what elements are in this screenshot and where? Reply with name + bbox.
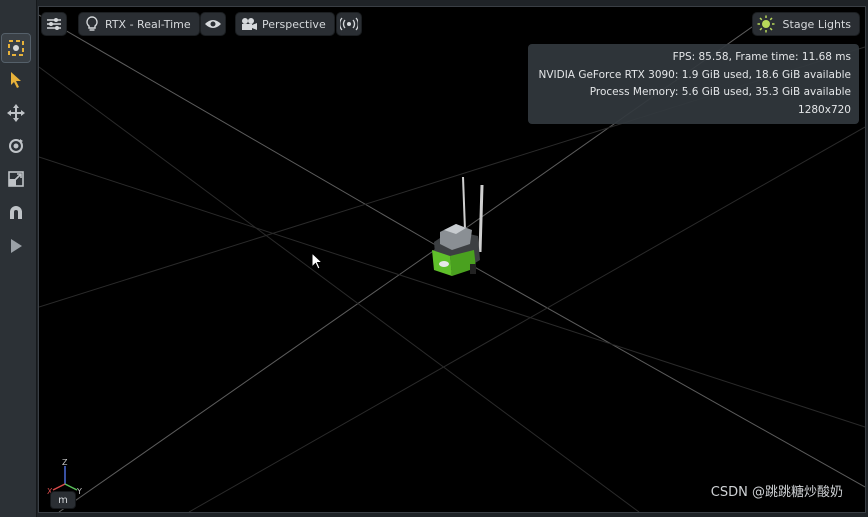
- left-toolbar: [0, 0, 37, 517]
- performance-stats-panel: FPS: 85.58, Frame time: 11.68 ms NVIDIA …: [528, 44, 859, 124]
- select-mode-button[interactable]: [1, 33, 31, 63]
- render-mode-menu[interactable]: RTX - Real-Time: [79, 13, 199, 35]
- units-button[interactable]: m: [51, 492, 75, 508]
- move-tool-button[interactable]: [2, 99, 30, 127]
- settings-sliders-icon: [47, 18, 61, 30]
- render-mode-label: RTX - Real-Time: [105, 17, 191, 31]
- viewport-settings-button[interactable]: [42, 13, 66, 35]
- broadcast-icon: [340, 17, 358, 31]
- sun-icon: [757, 15, 775, 33]
- scale-icon: [8, 171, 24, 187]
- viewport[interactable]: RTX - Real-Time Perspective Stage Lights: [38, 6, 866, 513]
- rotate-tool-button[interactable]: [2, 132, 30, 160]
- stage-lights-menu[interactable]: Stage Lights: [752, 13, 859, 35]
- axis-z-label: Z: [62, 458, 68, 467]
- watermark-text: CSDN @跳跳糖炒酸奶: [710, 485, 843, 500]
- pointer-tool-button[interactable]: [2, 66, 30, 94]
- camera-menu[interactable]: Perspective: [236, 13, 334, 35]
- scale-tool-button[interactable]: [2, 165, 30, 193]
- pointer-icon: [11, 72, 21, 88]
- audio-button[interactable]: [337, 13, 361, 35]
- process-memory-readout: Process Memory: 5.6 GiB used, 35.3 GiB a…: [589, 86, 851, 98]
- lightbulb-icon: [83, 15, 101, 33]
- eye-icon: [205, 20, 221, 28]
- resolution-readout: 1280x720: [798, 103, 851, 116]
- gpu-memory-readout: NVIDIA GeForce RTX 3090: 1.9 GiB used, 1…: [538, 68, 851, 81]
- axis-y-label: Y: [76, 487, 82, 496]
- grid-line: [438, 246, 865, 488]
- grid-line: [39, 14, 440, 248]
- play-icon: [11, 239, 22, 253]
- snap-magnet-icon: [10, 206, 22, 219]
- move-icon: [7, 104, 25, 122]
- mouse-cursor-icon: [311, 252, 324, 270]
- grid-line: [58, 246, 440, 512]
- robot-model[interactable]: [422, 172, 492, 287]
- axis-gizmo: Z X Y: [47, 458, 82, 496]
- camera-icon: [240, 15, 258, 33]
- stage-lights-label: Stage Lights: [782, 17, 851, 31]
- fps-readout: FPS: 85.58, Frame time: 11.68 ms: [672, 51, 851, 63]
- select-mode-icon: [8, 40, 24, 56]
- play-button[interactable]: [2, 232, 30, 260]
- snap-button[interactable]: [2, 199, 30, 227]
- rotate-icon: [9, 139, 23, 153]
- camera-label: Perspective: [262, 17, 326, 31]
- omniverse-app: RTX - Real-Time Perspective Stage Lights: [0, 0, 868, 517]
- visibility-button[interactable]: [201, 13, 225, 35]
